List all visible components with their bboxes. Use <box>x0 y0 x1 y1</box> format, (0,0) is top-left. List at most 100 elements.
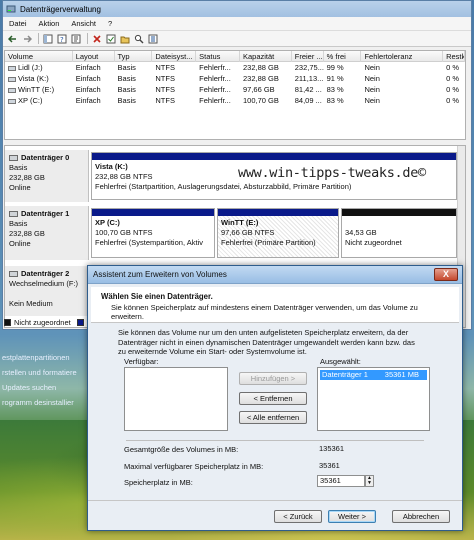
task-link[interactable]: estplattenpartitionen <box>2 350 90 365</box>
task-link[interactable]: rogramm desinstallier <box>2 395 90 410</box>
remove-button[interactable]: < Entfernen <box>239 392 307 405</box>
capacity-cell: 100,70 GB <box>242 96 279 105</box>
disk-type: Basis <box>9 219 28 228</box>
partition-wintt[interactable]: WinTT (E:) 97,66 GB NTFS Fehlerfrei (Pri… <box>217 208 339 258</box>
selected-disks-list[interactable]: Datenträger 1 35361 MB <box>317 367 430 431</box>
free-space-cell: 232,75... <box>294 63 324 72</box>
wizard-header: Wählen Sie einen Datenträger. Sie können… <box>91 287 459 323</box>
disk-0-label[interactable]: Datenträger 0 Basis 232,88 GB Online <box>5 150 89 202</box>
legend: Nicht zugeordnet P <box>4 318 92 327</box>
removable-disk-icon <box>9 271 18 278</box>
disk-name: Datenträger 2 <box>21 269 70 278</box>
column-header-overhead[interactable]: Restk... <box>443 51 465 62</box>
column-header-filesystem[interactable]: Dateisyst... <box>152 51 197 62</box>
menu-bar: Datei Aktion Ansicht ? <box>3 17 471 31</box>
percent-free-cell: 99 % <box>326 63 344 72</box>
table-row[interactable]: Lidl (J:) Einfach Basis NTFS Fehlerfr...… <box>5 62 465 73</box>
disk-1: Datenträger 1 Basis 232,88 GB Online XP … <box>5 206 465 260</box>
selected-disk-size: 35361 MB <box>384 370 419 379</box>
fault-tolerance-cell: Nein <box>364 74 380 83</box>
spin-stepper-icon[interactable]: ▲ ▼ <box>365 475 374 487</box>
column-header-capacity[interactable]: Kapazität <box>240 51 292 62</box>
layout-cell: Einfach <box>75 85 101 94</box>
search-icon[interactable] <box>133 33 144 44</box>
menu-action[interactable]: Aktion <box>39 19 60 28</box>
forward-arrow-icon[interactable] <box>21 33 32 44</box>
partition-unallocated[interactable]: 34,53 GB Nicht zugeordnet <box>341 208 457 258</box>
selected-label: Ausgewählt: <box>320 357 361 366</box>
extend-volume-wizard: Assistent zum Erweitern von Volumes X Wä… <box>87 265 463 531</box>
column-header-fault-tolerance[interactable]: Fehlertoleranz <box>361 51 444 62</box>
wizard-step-title: Wählen Sie einen Datenträger. <box>101 292 213 301</box>
menu-file[interactable]: Datei <box>9 19 27 28</box>
column-header-percent-free[interactable]: % frei <box>324 51 362 62</box>
wizard-body: Sie können das Volume nur um den unten a… <box>100 328 452 357</box>
disk-name: Datenträger 1 <box>21 209 70 218</box>
menu-help[interactable]: ? <box>108 19 112 28</box>
add-button[interactable]: Hinzufügen > <box>239 372 307 385</box>
next-button[interactable]: Weiter > <box>328 510 376 523</box>
type-cell: Basis <box>117 96 136 105</box>
free-space-cell: 81,42 ... <box>294 85 322 94</box>
divider <box>126 440 424 441</box>
max-space-label: Maximal verfügbarer Speicherplatz in MB: <box>124 462 264 471</box>
partition-size: 100,70 GB NTFS <box>95 228 153 237</box>
view-list-icon[interactable] <box>147 33 158 44</box>
column-header-layout[interactable]: Layout <box>73 51 115 62</box>
unallocated-swatch <box>4 319 11 326</box>
back-arrow-icon[interactable] <box>7 33 18 44</box>
partition-name: XP (C:) <box>95 218 120 227</box>
partition-status: Fehlerfrei (Primäre Partition) <box>221 238 316 247</box>
delete-icon[interactable] <box>91 33 102 44</box>
console-tree-icon[interactable] <box>42 33 53 44</box>
close-icon[interactable]: X <box>434 268 458 281</box>
disk-1-label[interactable]: Datenträger 1 Basis 232,88 GB Online <box>5 206 89 260</box>
table-row[interactable]: XP (C:) Einfach Basis NTFS Fehlerfr... 1… <box>5 95 465 106</box>
overhead-cell: 0 % <box>446 85 460 94</box>
available-label: Verfügbar: <box>124 357 159 366</box>
back-button[interactable]: < Zurück <box>274 510 322 523</box>
overhead-cell: 0 % <box>446 63 460 72</box>
list-item[interactable]: Datenträger 1 35361 MB <box>320 370 427 380</box>
remove-all-button[interactable]: < Alle entfernen <box>239 411 307 424</box>
percent-free-cell: 83 % <box>326 96 344 105</box>
free-space-cell: 84,09 ... <box>294 96 322 105</box>
disk-type: Wechselmedium (F:) <box>9 279 79 288</box>
capacity-cell: 232,88 GB <box>242 74 279 83</box>
svg-text:?: ? <box>60 36 64 44</box>
status-cell: Fehlerfr... <box>199 63 231 72</box>
table-row[interactable]: Vista (K:) Einfach Basis NTFS Fehlerfr..… <box>5 73 465 84</box>
column-header-volume[interactable]: Volume <box>5 51 73 62</box>
volume-cell: WinTT (E:) <box>5 85 73 94</box>
window-titlebar[interactable]: Datenträgerverwaltung <box>3 1 471 17</box>
table-row[interactable]: WinTT (E:) Einfach Basis NTFS Fehlerfr..… <box>5 84 465 95</box>
help-icon[interactable]: ? <box>56 33 67 44</box>
space-amount-label: Speicherplatz in MB: <box>124 478 193 487</box>
menu-view[interactable]: Ansicht <box>71 19 96 28</box>
check-icon[interactable] <box>105 33 116 44</box>
disk-2-label[interactable]: Datenträger 2 Wechselmedium (F:) Kein Me… <box>5 266 89 316</box>
column-header-type[interactable]: Typ <box>115 51 153 62</box>
capacity-cell: 97,66 GB <box>242 85 275 94</box>
column-header-free-space[interactable]: Freier ... <box>292 51 324 62</box>
available-disks-list[interactable] <box>124 367 228 431</box>
partition-status: Nicht zugeordnet <box>345 238 402 247</box>
max-space-value: 35361 <box>317 460 377 471</box>
wizard-titlebar[interactable]: Assistent zum Erweitern von Volumes <box>88 266 462 284</box>
column-header-status[interactable]: Status <box>196 51 240 62</box>
disk-name: Datenträger 0 <box>21 153 70 162</box>
total-size-value: 135361 <box>317 443 377 454</box>
volume-name: XP (C:) <box>18 96 43 105</box>
properties-icon[interactable] <box>70 33 81 44</box>
task-pane: estplattenpartitionen rstellen und forma… <box>0 350 90 420</box>
task-link[interactable]: Updates suchen <box>2 380 90 395</box>
cancel-button[interactable]: Abbrechen <box>392 510 450 523</box>
primary-swatch <box>76 319 84 326</box>
volume-list[interactable]: Volume Layout Typ Dateisyst... Status Ka… <box>4 50 466 140</box>
partition-xp[interactable]: XP (C:) 100,70 GB NTFS Fehlerfrei (Syste… <box>91 208 215 258</box>
open-folder-icon[interactable] <box>119 33 130 44</box>
wizard-title: Assistent zum Erweitern von Volumes <box>93 270 227 279</box>
toolbar-separator <box>87 33 88 44</box>
task-link[interactable]: rstellen und formatiere <box>2 365 90 380</box>
space-amount-input[interactable]: 35361 <box>317 475 365 487</box>
